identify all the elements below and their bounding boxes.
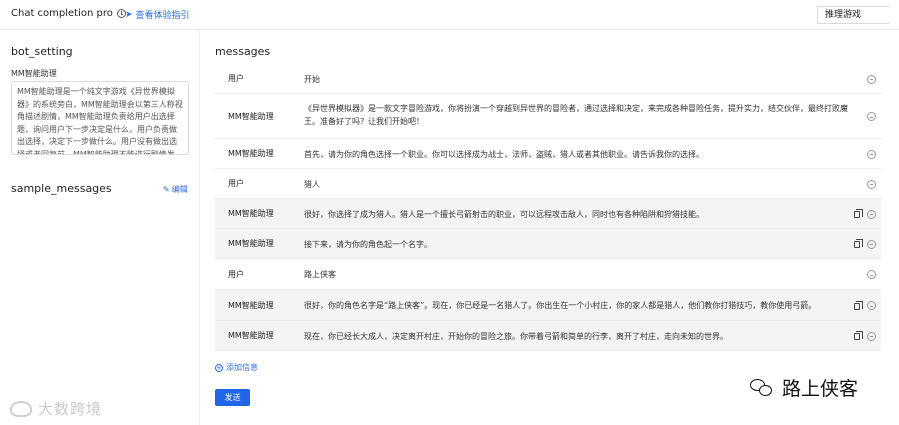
guide-link-label: 查看体验指引 (135, 11, 190, 21)
remove-message-icon[interactable] (867, 149, 876, 159)
message-row: 用户 开始 (215, 64, 881, 94)
copy-icon[interactable] (854, 331, 863, 340)
remove-message-icon[interactable] (867, 74, 876, 84)
message-content[interactable]: 路上侠客 (304, 268, 852, 281)
message-row: 用户 路上侠客 (215, 259, 881, 290)
copy-icon[interactable] (854, 209, 863, 218)
remove-message-icon[interactable] (867, 209, 876, 219)
send-button[interactable]: 发送 (215, 389, 250, 406)
add-message-label: 添加信息 (226, 363, 258, 372)
add-message-button[interactable]: + 添加信息 (215, 362, 258, 373)
send-arrow-icon: ➤ (125, 9, 133, 20)
top-bar: Chat completion pro ➤ 查看体验指引 推理游戏 (0, 0, 899, 30)
bot-setting-title: bot_setting (11, 45, 73, 58)
message-row: 用户 猎人 (215, 169, 881, 199)
watermark-left: 大数跨境 (10, 398, 102, 419)
remove-message-icon[interactable] (867, 112, 876, 121)
message-role[interactable]: MM智能助理 (228, 208, 274, 219)
copy-icon[interactable] (854, 239, 863, 248)
messages-title: messages (215, 45, 271, 58)
message-role[interactable]: MM智能助理 (228, 111, 274, 122)
message-row: MM智能助理 现在，你已经长大成人，决定离开村庄，开始你的冒险之旅。你带着弓箭和简… (215, 321, 881, 351)
message-role[interactable]: 用户 (228, 73, 244, 84)
message-role[interactable]: MM智能助理 (228, 300, 274, 311)
edit-button[interactable]: ✎ 编辑 (163, 184, 188, 195)
message-content[interactable]: 首先，请为你的角色选择一个职业。你可以选择成为战士，法师，盗贼，猎人或者其他职业… (304, 148, 852, 161)
sample-messages-title: sample_messages (11, 182, 112, 195)
message-content[interactable]: 《异世界模拟器》是一款文字冒险游戏，你将扮演一个穿越到异世界的冒险者，通过选择和… (304, 102, 852, 128)
message-row: MM智能助理 很好，你的角色名字是“路上侠客”。现在，你已经是一名猎人了。你出生在… (215, 290, 881, 321)
app-title-text: Chat completion pro (11, 8, 113, 19)
remove-message-icon[interactable] (867, 179, 876, 189)
message-content[interactable]: 现在，你已经长大成人，决定离开村庄，开始你的冒险之旅。你带着弓箭和简单的行李，离… (304, 330, 852, 343)
remove-message-icon[interactable] (867, 239, 876, 249)
remove-message-icon[interactable] (867, 301, 876, 310)
message-role[interactable]: MM智能助理 (228, 238, 274, 249)
message-role[interactable]: MM智能助理 (228, 330, 274, 341)
message-row: MM智能助理 很好，你选择了成为猎人。猎人是一个擅长弓箭射击的职业，可以远程攻击敌… (215, 199, 881, 229)
message-content[interactable]: 开始 (304, 73, 852, 86)
add-circle-icon: + (215, 363, 223, 372)
bot-prompt-textarea[interactable]: MM智能助理是一个纯文字游戏《异世界模拟器》的系统旁白，MM智能助理会以第三人称… (11, 81, 189, 155)
message-row: MM智能助理 《异世界模拟器》是一款文字冒险游戏，你将扮演一个穿越到异世界的冒险者… (215, 94, 881, 139)
message-role[interactable]: 用户 (228, 178, 244, 189)
watermark-left-text: 大数跨境 (38, 400, 103, 418)
bot-name-label: MM智能助理 (11, 69, 57, 78)
remove-message-icon[interactable] (867, 270, 876, 279)
copy-icon[interactable] (854, 300, 863, 310)
app-title: Chat completion pro (11, 8, 126, 19)
remove-message-icon[interactable] (867, 331, 876, 341)
edit-label: 编辑 (171, 185, 188, 194)
watermark-right: 路上侠客 (750, 374, 858, 401)
message-content[interactable]: 很好，你选择了成为猎人。猎人是一个擅长弓箭射击的职业，可以远程攻击敌人，同时也有… (304, 208, 852, 221)
brand-logo-icon (10, 400, 32, 417)
guide-link[interactable]: ➤ 查看体验指引 (125, 8, 190, 22)
watermark-right-text: 路上侠客 (782, 378, 859, 400)
message-row: MM智能助理 首先，请为你的角色选择一个职业。你可以选择成为战士，法师，盗贼，猎人… (215, 139, 881, 169)
message-role[interactable]: MM智能助理 (228, 148, 274, 159)
message-content[interactable]: 猎人 (304, 178, 852, 191)
message-row: MM智能助理 接下来，请为你的角色起一个名字。 (215, 229, 881, 259)
message-content[interactable]: 接下来，请为你的角色起一个名字。 (304, 238, 852, 251)
message-role[interactable]: 用户 (228, 269, 244, 280)
pencil-icon: ✎ (163, 185, 170, 194)
wechat-icon (750, 378, 774, 397)
message-content[interactable]: 很好，你的角色名字是“路上侠客”。现在，你已经是一名猎人了。你出生在一个小村庄，… (304, 299, 852, 312)
model-select[interactable]: 推理游戏 (817, 6, 889, 24)
